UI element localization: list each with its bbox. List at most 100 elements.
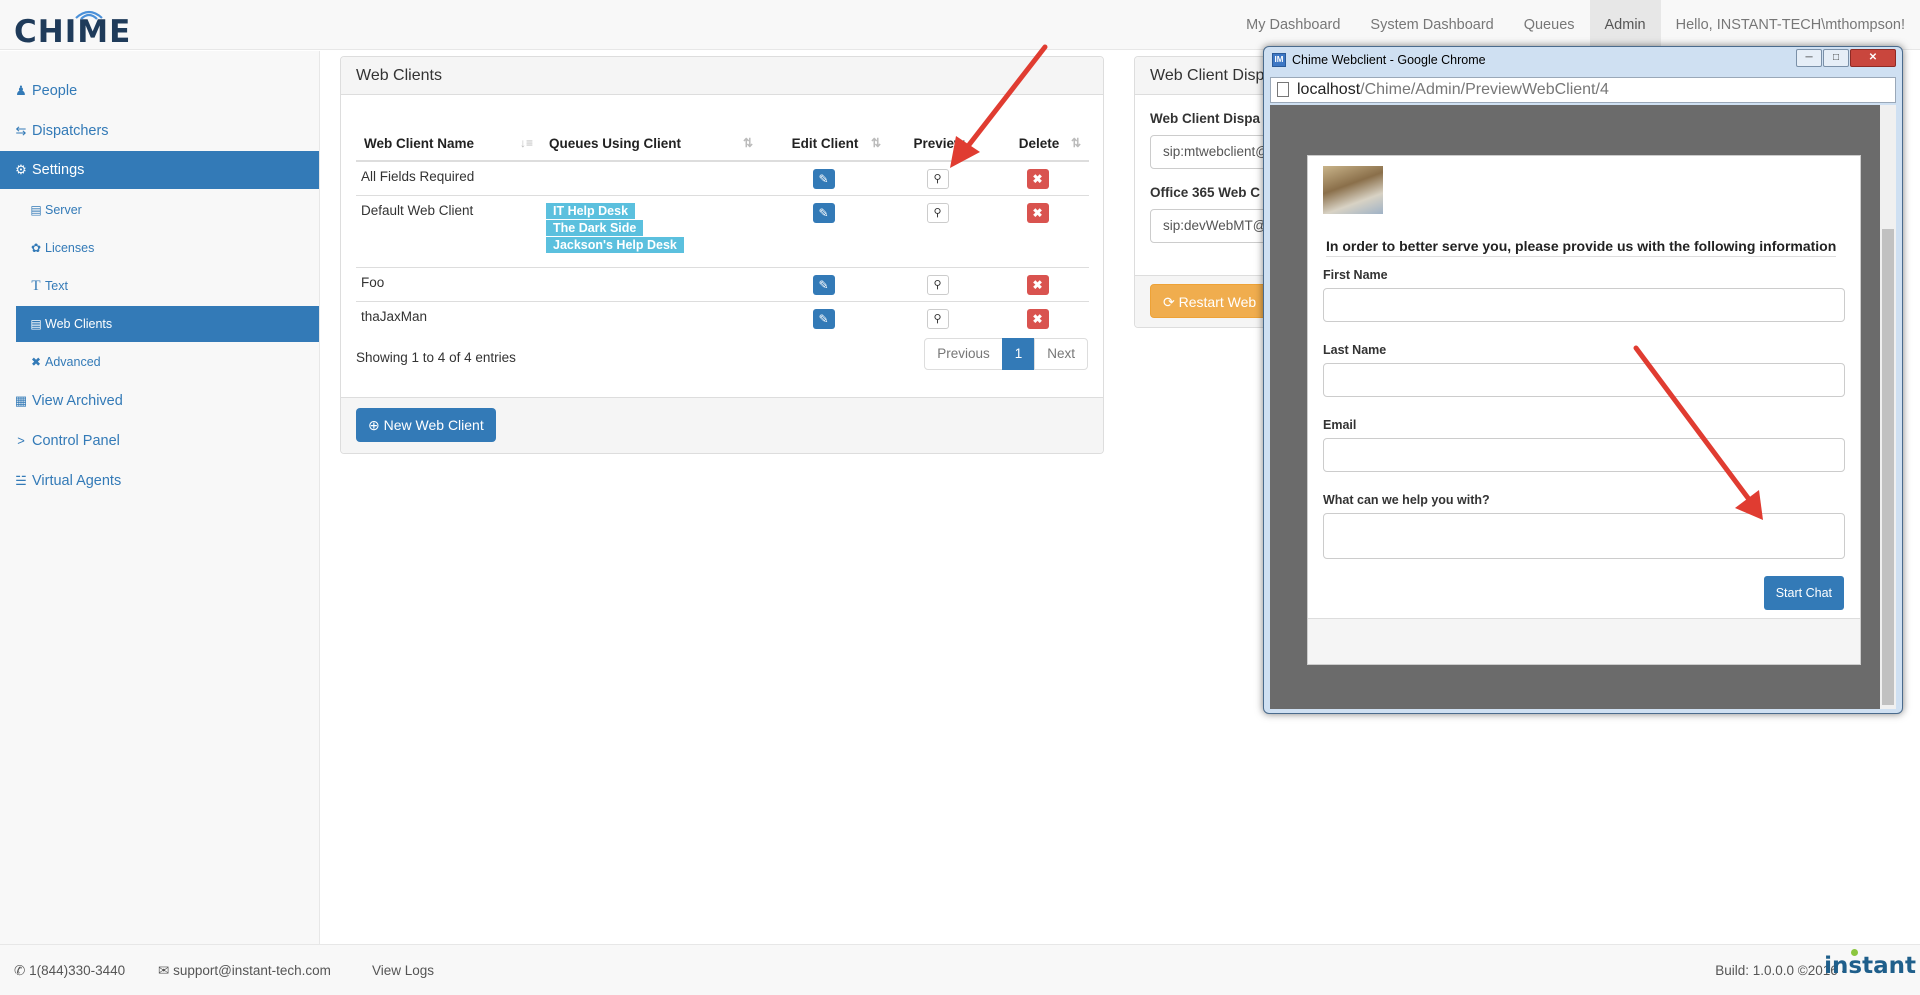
sidebar-item-label: View Archived [32,393,123,409]
form-intro-text: In order to better serve you, please pro… [1326,238,1837,257]
delete-button[interactable]: ✖ [1026,203,1049,223]
preview-button[interactable]: ⚲ [926,309,949,329]
client-queues [541,267,761,302]
page-icon [1277,82,1289,97]
table-row: Default Web Client IT Help Desk The Dark… [356,195,1089,268]
scrollbar-thumb[interactable] [1882,229,1894,705]
sidebar-item-server[interactable]: ▤ Server [16,192,319,228]
view-logs-link[interactable]: View Logs [372,963,434,978]
sidebar-item-dispatchers[interactable]: ⇆ Dispatchers [0,112,319,150]
email-label: Email [1323,418,1357,432]
top-navbar: CHIME My Dashboard System Dashboard Queu… [0,0,1920,50]
new-web-client-button[interactable]: ⊕ New Web Client [356,408,496,442]
support-email[interactable]: ✉ support@instant-tech.com [158,963,331,979]
sidebar-item-settings[interactable]: ⚙ Settings [0,151,319,189]
col-edit-client[interactable]: Edit Client ⇅ [761,127,889,162]
col-queues-using-client[interactable]: Queues Using Client ⇅ [541,127,761,162]
web-clients-table: Web Client Name ↓≡ Queues Using Client ⇅ E… [356,127,1089,336]
address-bar[interactable]: localhost/Chime/Admin/PreviewWebClient/4 [1270,77,1896,103]
delete-button[interactable]: ✖ [1026,275,1049,295]
sidebar-item-label: People [32,83,78,99]
first-name-input[interactable] [1323,288,1845,322]
zoom-icon: ⚲ [933,313,942,325]
edit-icon: ✎ [818,172,829,186]
help-textarea[interactable] [1323,513,1845,559]
sidebar-item-advanced[interactable]: ✖ Advanced [16,344,319,380]
server-icon: ▤ [30,203,42,217]
client-queues [541,301,761,336]
sidebar-item-people[interactable]: ♟ People [0,72,319,110]
sort-icon: ⇅ [742,136,753,150]
preview-button[interactable]: ⚲ [926,203,949,223]
user-icon: ♟ [15,83,27,98]
col-web-client-name[interactable]: Web Client Name ↓≡ [356,127,541,162]
edit-button[interactable]: ✎ [812,169,835,189]
preview-cell: ⚲ [889,195,989,268]
edit-icon: ✎ [818,278,829,292]
table-row: All Fields Required ✎ ⚲ ✖ [356,160,1089,196]
support-phone[interactable]: ✆ 1(844)330-3440 [14,963,125,979]
entries-info: Showing 1 to 4 of 4 entries [356,350,516,365]
restart-web-button[interactable]: ⟳ Restart Web [1150,284,1270,318]
window-titlebar[interactable]: IM Chime Webclient - Google Chrome ─ □ ✕ [1264,47,1902,75]
window-controls: ─ □ ✕ [1795,49,1896,67]
pagination-previous[interactable]: Previous [924,338,1003,370]
sidebar-item-virtual-agents[interactable]: ☱ Virtual Agents [0,462,319,500]
client-name: Foo [356,267,541,302]
popup-viewport: In order to better serve you, please pro… [1270,105,1896,709]
scrollbar[interactable] [1880,105,1896,709]
preview-popup-window[interactable]: IM Chime Webclient - Google Chrome ─ □ ✕… [1263,46,1903,714]
help-label: What can we help you with? [1323,493,1490,507]
pagination-page-1[interactable]: 1 [1001,338,1036,370]
minimize-button[interactable]: ─ [1796,49,1822,67]
preview-cell: ⚲ [889,301,989,336]
nav-system-dashboard[interactable]: System Dashboard [1355,0,1508,50]
start-chat-button[interactable]: Start Chat [1763,576,1844,610]
nav-my-dashboard[interactable]: My Dashboard [1231,0,1355,50]
column-header-label: Edit Client [791,136,859,151]
edit-button[interactable]: ✎ [812,275,835,295]
chime-favicon-icon: IM [1272,53,1286,67]
queue-badge[interactable]: IT Help Desk [546,203,636,219]
pin-icon: ✿ [30,241,42,255]
sort-icon: ⇅ [870,136,881,150]
queue-badge[interactable]: The Dark Side [546,220,644,236]
col-preview[interactable]: Preview [889,127,989,162]
sidebar-item-licenses[interactable]: ✿ Licenses [16,230,319,266]
email-text: support@instant-tech.com [173,963,331,978]
preview-cell: ⚲ [889,160,989,196]
sidebar-item-web-clients[interactable]: ▤ Web Clients [16,306,319,342]
queue-badge[interactable]: Jackson's Help Desk [546,237,684,253]
delete-button[interactable]: ✖ [1026,169,1049,189]
office365-field-label: Office 365 Web C [1150,185,1261,200]
sidebar: ♟ People ⇆ Dispatchers ⚙ Settings ▤ Server ✿… [0,51,320,944]
preview-button[interactable]: ⚲ [926,275,949,295]
nav-admin[interactable]: Admin [1589,0,1661,50]
instant-logo[interactable]: instant [1824,953,1916,979]
edit-button[interactable]: ✎ [812,203,835,223]
email-input[interactable] [1323,438,1845,472]
sidebar-item-label: Licenses [45,241,95,255]
sidebar-item-text[interactable]: T Text [16,268,319,304]
edit-button[interactable]: ✎ [812,309,835,329]
sidebar-item-label: Server [45,203,82,217]
client-queues: IT Help Desk The Dark Side Jackson's Hel… [541,195,761,268]
close-window-button[interactable]: ✕ [1850,49,1896,67]
pagination-next[interactable]: Next [1034,338,1088,370]
preview-button[interactable]: ⚲ [926,169,949,189]
delete-button[interactable]: ✖ [1026,309,1049,329]
col-delete[interactable]: Delete ⇅ [989,127,1089,162]
chat-form-card: In order to better serve you, please pro… [1307,155,1861,665]
preview-cell: ⚲ [889,267,989,302]
sidebar-item-label: Text [45,279,68,293]
sidebar-item-label: Web Clients [45,317,113,331]
maximize-button[interactable]: □ [1823,49,1849,67]
sidebar-item-view-archived[interactable]: ▦ View Archived [0,382,319,420]
sidebar-item-control-panel[interactable]: > Control Panel [0,422,319,460]
column-header-label: Queues Using Client [549,136,682,151]
nav-queues[interactable]: Queues [1509,0,1590,50]
url-path: /Chime/Admin/PreviewWebClient/4 [1360,81,1609,98]
last-name-input[interactable] [1323,363,1845,397]
nav-user-greeting[interactable]: Hello, INSTANT-TECH\mthompson! [1661,0,1920,50]
last-name-label: Last Name [1323,343,1387,357]
